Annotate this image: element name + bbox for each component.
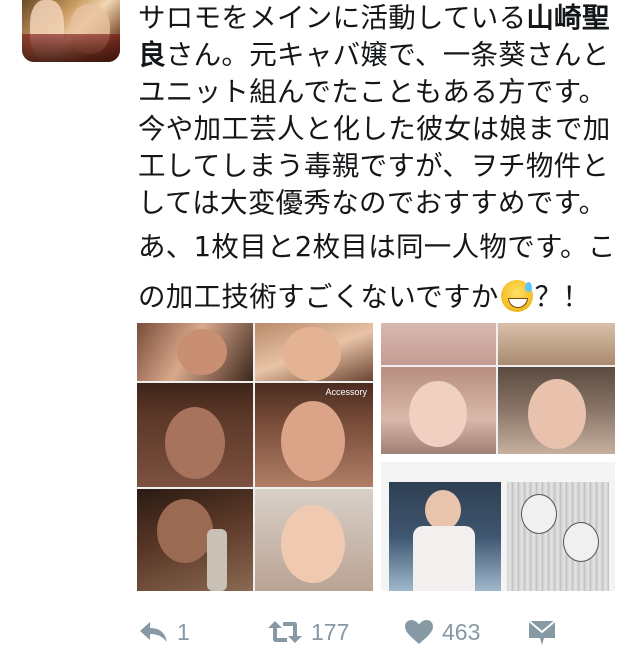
media-grid: Accessory [137, 323, 615, 591]
photo-watermark: Accessory [325, 387, 367, 397]
photo-1-cell-4: Accessory [255, 383, 373, 487]
heart-icon [404, 619, 434, 645]
photo-2-cell-3 [381, 367, 496, 454]
retweet-icon [267, 619, 303, 645]
tweet-line-3: ユニット組んでたこともある方です。 [138, 76, 607, 108]
tweet-line-8: の加工技術すごくないですか？！ [138, 280, 591, 313]
tweet-line-1: サロモをメインに活動している山崎聖 [138, 2, 610, 34]
reply-count: 1 [177, 618, 190, 645]
reply-button[interactable]: 1 [137, 612, 190, 652]
mentioned-name-end: 良 [138, 39, 166, 71]
photo-2-cell-4 [498, 367, 615, 454]
photo-3-cell-1 [389, 482, 501, 591]
photo-3[interactable] [381, 462, 615, 591]
photo-1-cell-1 [137, 323, 253, 381]
like-button[interactable]: 463 [404, 612, 480, 652]
photo-1[interactable]: Accessory [137, 323, 373, 591]
photo-1-cell-6 [255, 489, 373, 591]
retweet-count: 177 [311, 618, 350, 645]
photo-2[interactable] [381, 323, 615, 454]
photo-3-cell-2 [507, 482, 609, 591]
direct-message-icon [527, 618, 557, 646]
photo-1-cell-5 [137, 489, 253, 591]
retweet-button[interactable]: 177 [267, 612, 349, 652]
photo-1-cell-2 [255, 323, 373, 381]
like-count: 463 [442, 618, 481, 645]
tweet-line-4: 今や加工芸人と化した彼女は娘まで加 [138, 113, 611, 145]
avatar[interactable] [22, 0, 120, 62]
tweet-line-6: しては大変優秀なのでおすすめです。 [138, 187, 607, 219]
photo-2-cell-2 [498, 323, 615, 365]
mentioned-name: 山崎聖 [526, 2, 610, 34]
photo-2-cell-1 [381, 323, 496, 365]
tweet-text: サロモをメインに活動している山崎聖 良さん。元キャバ嬢で、一条葵さんと ユニット… [138, 0, 618, 322]
tweet-line-7: あ、1枚目と2枚目は同一人物です。こ [138, 231, 616, 263]
reply-icon [137, 619, 169, 645]
tweet-line-5: 工してしまう毒親ですが、ヲチ物件と [138, 150, 610, 182]
tweet-actions: 1 177 463 [137, 612, 617, 652]
tweet-line-2: 良さん。元キャバ嬢で、一条葵さんと [138, 39, 610, 71]
direct-message-button[interactable] [527, 612, 557, 652]
grinning-sweat-emoji-icon [500, 280, 533, 312]
photo-1-cell-3 [137, 383, 253, 487]
avatar-dress [22, 34, 120, 62]
